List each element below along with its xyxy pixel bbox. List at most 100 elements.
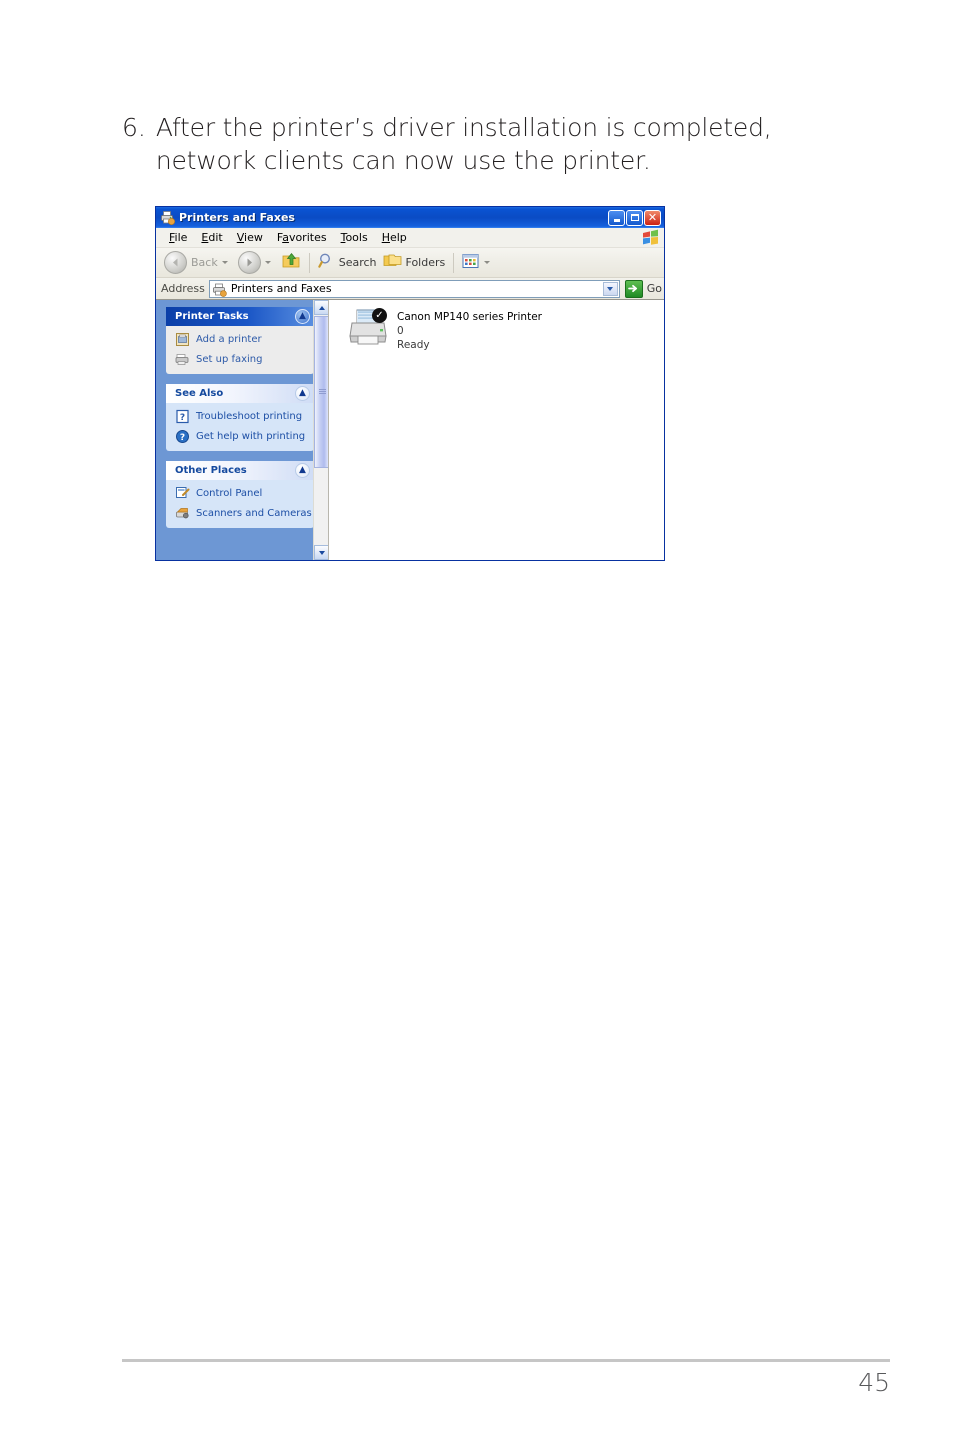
panel-see-also: See Also ▲ ? Troubleshoot printing ? Get… bbox=[166, 384, 314, 451]
sidebar-item-control-panel[interactable]: Control Panel bbox=[175, 486, 308, 501]
scrollbar-thumb[interactable] bbox=[314, 316, 328, 468]
folders-label: Folders bbox=[405, 256, 446, 269]
up-button[interactable] bbox=[278, 251, 304, 275]
chevron-down-icon bbox=[318, 550, 325, 555]
minimize-button[interactable] bbox=[608, 209, 625, 226]
help-circle-icon: ? bbox=[175, 429, 190, 444]
menu-file[interactable]: FFileile bbox=[162, 230, 194, 245]
search-icon bbox=[318, 252, 335, 273]
file-list-pane[interactable]: ✓ Canon MP140 series Printer 0 Ready bbox=[328, 300, 664, 560]
panel-printer-tasks-body: Add a printer Set up faxing bbox=[166, 326, 314, 374]
search-button[interactable]: Search bbox=[315, 251, 380, 275]
scanners-cameras-icon bbox=[175, 506, 190, 521]
document-page: 6. After the printer’s driver installati… bbox=[0, 0, 954, 1438]
task-pane-scrollbar[interactable] bbox=[313, 300, 328, 560]
question-box-icon: ? bbox=[175, 409, 190, 424]
views-dropdown-icon[interactable] bbox=[484, 261, 491, 264]
scrollbar-grip bbox=[319, 389, 326, 395]
back-button[interactable]: Back bbox=[161, 251, 235, 275]
folders-icon bbox=[383, 252, 402, 273]
panel-see-also-body: ? Troubleshoot printing ? Get help with … bbox=[166, 403, 314, 451]
sidebar-item-label: Add a printer bbox=[196, 334, 262, 345]
search-label: Search bbox=[338, 256, 377, 269]
sidebar-item-label: Scanners and Cameras bbox=[196, 508, 312, 519]
collapse-chevron-up-icon[interactable]: ▲ bbox=[295, 386, 310, 401]
sidebar-item-label: Get help with printing bbox=[196, 431, 306, 442]
close-button[interactable]: ✕ bbox=[644, 209, 661, 226]
collapse-chevron-up-icon[interactable]: ▲ bbox=[295, 309, 310, 324]
menu-help[interactable]: Help bbox=[375, 230, 414, 245]
address-value: Printers and Faxes bbox=[230, 282, 332, 295]
forward-dropdown-icon[interactable] bbox=[264, 261, 271, 264]
panel-printer-tasks: Printer Tasks ▲ Add a printer Set up fax… bbox=[166, 307, 314, 374]
go-arrow-icon bbox=[624, 279, 643, 298]
address-input[interactable]: Printers and Faxes bbox=[208, 279, 620, 298]
forward-button[interactable] bbox=[235, 251, 278, 275]
forward-icon bbox=[237, 251, 261, 274]
folders-button[interactable]: Folders bbox=[380, 251, 449, 275]
page-number: 45 bbox=[858, 1368, 890, 1397]
menu-tools[interactable]: Tools bbox=[334, 230, 375, 245]
go-button[interactable]: Go bbox=[624, 279, 662, 298]
menu-view[interactable]: View bbox=[230, 230, 270, 245]
step-number: 6. bbox=[122, 113, 146, 142]
panel-other-places-header[interactable]: Other Places ▲ bbox=[166, 461, 314, 480]
window-body: Printer Tasks ▲ Add a printer Set up fax… bbox=[156, 300, 664, 560]
default-printer-badge: ✓ bbox=[372, 308, 387, 323]
views-icon bbox=[462, 253, 480, 273]
views-button[interactable] bbox=[459, 251, 497, 275]
printers-and-faxes-window: Printers and Faxes ✕ FFileile Edit View … bbox=[155, 206, 665, 561]
sidebar-item-add-a-printer[interactable]: Add a printer bbox=[175, 332, 308, 347]
sidebar-item-get-help-with-printing[interactable]: ? Get help with printing bbox=[175, 429, 308, 444]
toolbar-separator bbox=[308, 252, 310, 273]
window-titlebar: Printers and Faxes ✕ bbox=[156, 207, 664, 228]
list-item[interactable]: ✓ Canon MP140 series Printer 0 Ready bbox=[347, 308, 664, 353]
window-title: Printers and Faxes bbox=[179, 211, 295, 224]
toolbar-separator-2 bbox=[453, 252, 455, 273]
menu-favorites[interactable]: Favorites bbox=[270, 230, 334, 245]
scroll-up-button[interactable] bbox=[314, 300, 328, 315]
address-dropdown-button[interactable] bbox=[602, 281, 618, 296]
sidebar-item-label: Troubleshoot printing bbox=[196, 411, 303, 422]
chevron-down-icon bbox=[607, 286, 614, 291]
footer-divider bbox=[122, 1359, 890, 1362]
printer-details: Canon MP140 series Printer 0 Ready bbox=[397, 308, 542, 353]
printer-status: Ready bbox=[397, 339, 430, 352]
panel-other-places-body: Control Panel Scanners and Cameras bbox=[166, 480, 314, 528]
fax-icon bbox=[175, 352, 190, 367]
window-controls: ✕ bbox=[608, 209, 661, 226]
panel-printer-tasks-header[interactable]: Printer Tasks ▲ bbox=[166, 307, 314, 326]
panel-title: See Also bbox=[175, 388, 224, 399]
back-label: Back bbox=[191, 256, 218, 269]
menu-edit[interactable]: Edit bbox=[194, 230, 229, 245]
chevron-up-icon bbox=[318, 305, 325, 310]
step-paragraph: 6. After the printer’s driver installati… bbox=[122, 112, 822, 177]
back-dropdown-icon[interactable] bbox=[221, 261, 228, 264]
task-pane: Printer Tasks ▲ Add a printer Set up fax… bbox=[156, 300, 328, 560]
menu-bar: FFileile Edit View Favorites Tools Help bbox=[156, 228, 664, 248]
printer-icon: ✓ bbox=[347, 308, 389, 348]
address-label: Address bbox=[161, 282, 205, 295]
sidebar-item-scanners-and-cameras[interactable]: Scanners and Cameras bbox=[175, 506, 312, 521]
svg-text:?: ? bbox=[180, 433, 185, 443]
address-bar: Address Printers and Faxes Go bbox=[156, 278, 664, 300]
sidebar-item-set-up-faxing[interactable]: Set up faxing bbox=[175, 352, 308, 367]
windows-flag-icon bbox=[639, 229, 661, 246]
sidebar-item-label: Control Panel bbox=[196, 488, 263, 499]
add-printer-icon bbox=[175, 332, 190, 347]
collapse-chevron-up-icon[interactable]: ▲ bbox=[295, 463, 310, 478]
back-icon bbox=[164, 251, 187, 274]
printer-name: Canon MP140 series Printer bbox=[397, 311, 542, 323]
step-text: After the printer’s driver installation … bbox=[155, 113, 772, 175]
control-panel-icon bbox=[175, 486, 190, 501]
panel-see-also-header[interactable]: See Also ▲ bbox=[166, 384, 314, 403]
scroll-down-button[interactable] bbox=[314, 545, 328, 560]
panel-title: Other Places bbox=[175, 465, 247, 476]
printers-and-faxes-icon bbox=[212, 282, 227, 297]
panel-other-places: Other Places ▲ Control Panel Scanners an… bbox=[166, 461, 314, 528]
printer-job-count: 0 bbox=[397, 325, 404, 338]
sidebar-item-troubleshoot-printing[interactable]: ? Troubleshoot printing bbox=[175, 409, 308, 424]
printer-icon bbox=[160, 210, 176, 226]
maximize-button[interactable] bbox=[626, 209, 643, 226]
sidebar-item-label: Set up faxing bbox=[196, 354, 263, 365]
